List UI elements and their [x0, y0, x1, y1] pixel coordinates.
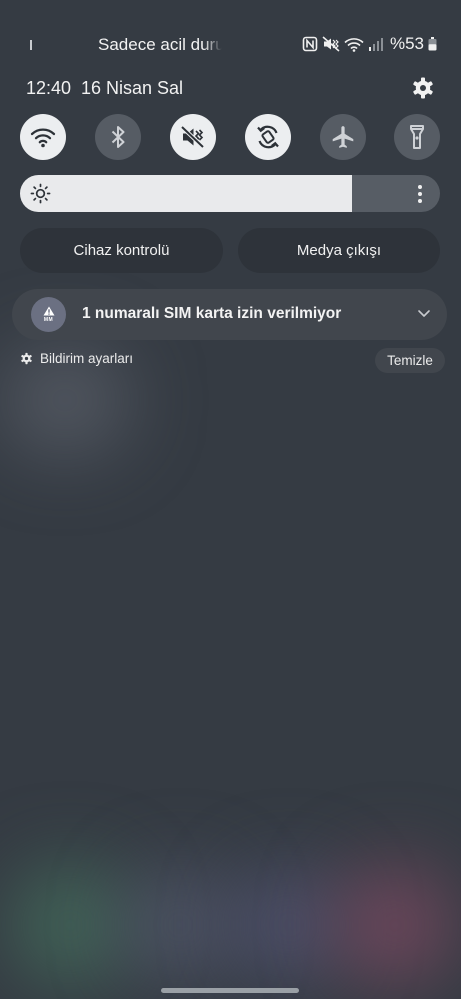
tile-sound[interactable]	[170, 114, 216, 160]
battery-percentage: %53	[389, 34, 424, 53]
tile-auto-rotate[interactable]	[245, 114, 291, 160]
carrier-status-text: Sadece acil durum	[98, 35, 222, 54]
notification-title: 1 numaralı SIM karta izin verilmiyor	[82, 305, 342, 322]
notification-settings-link[interactable]: Bildirim ayarları	[20, 351, 133, 366]
app-icon-label: MM	[43, 317, 54, 323]
media-output-button[interactable]: Medya çıkışı	[238, 228, 440, 273]
warning-icon	[43, 306, 54, 316]
device-control-button[interactable]: Cihaz kontrolü	[20, 228, 223, 273]
quick-settings-tiles	[20, 114, 440, 160]
gear-icon	[413, 77, 433, 99]
sun-icon	[30, 183, 51, 204]
wifi-icon	[344, 38, 364, 52]
flashlight-icon	[410, 125, 424, 149]
status-bar: Sadece acil durum %53	[0, 30, 461, 60]
nfc-icon	[302, 36, 318, 52]
date-row: 12:40 16 Nisan Sal	[26, 76, 435, 102]
vibrate-muted-icon	[322, 36, 340, 52]
status-indicator	[30, 40, 32, 50]
clear-button[interactable]: Temizle	[375, 348, 445, 373]
more-vertical-icon[interactable]	[410, 181, 430, 206]
wifi-icon	[30, 128, 56, 148]
background-glow	[125, 870, 235, 980]
background-glow	[235, 870, 345, 980]
notification-settings-label: Bildirim ayarları	[40, 351, 134, 366]
tile-bluetooth[interactable]	[95, 114, 141, 160]
brightness-slider[interactable]	[20, 175, 440, 212]
tile-wifi[interactable]	[20, 114, 66, 160]
background-glow	[10, 865, 130, 985]
gear-icon	[21, 352, 32, 365]
date[interactable]: 16 Nisan Sal	[81, 78, 183, 99]
airplane-icon	[332, 126, 354, 148]
clock[interactable]: 12:40	[26, 78, 71, 99]
settings-button[interactable]	[411, 76, 435, 100]
tile-flashlight[interactable]	[394, 114, 440, 160]
bluetooth-icon	[111, 126, 125, 148]
sim-notification[interactable]: MM 1 numaralı SIM karta izin verilmiyor	[12, 289, 447, 340]
chevron-down-icon[interactable]	[417, 306, 431, 320]
status-icons: %53	[302, 34, 437, 54]
home-gesture-handle[interactable]	[161, 988, 299, 993]
signal-icon	[368, 38, 383, 51]
mute-icon	[180, 125, 205, 149]
background-glow	[335, 865, 455, 985]
battery-icon	[428, 37, 437, 51]
app-icon: MM	[31, 297, 66, 332]
brightness-level	[20, 175, 352, 212]
rotate-icon	[257, 125, 279, 149]
tile-airplane-mode[interactable]	[320, 114, 366, 160]
